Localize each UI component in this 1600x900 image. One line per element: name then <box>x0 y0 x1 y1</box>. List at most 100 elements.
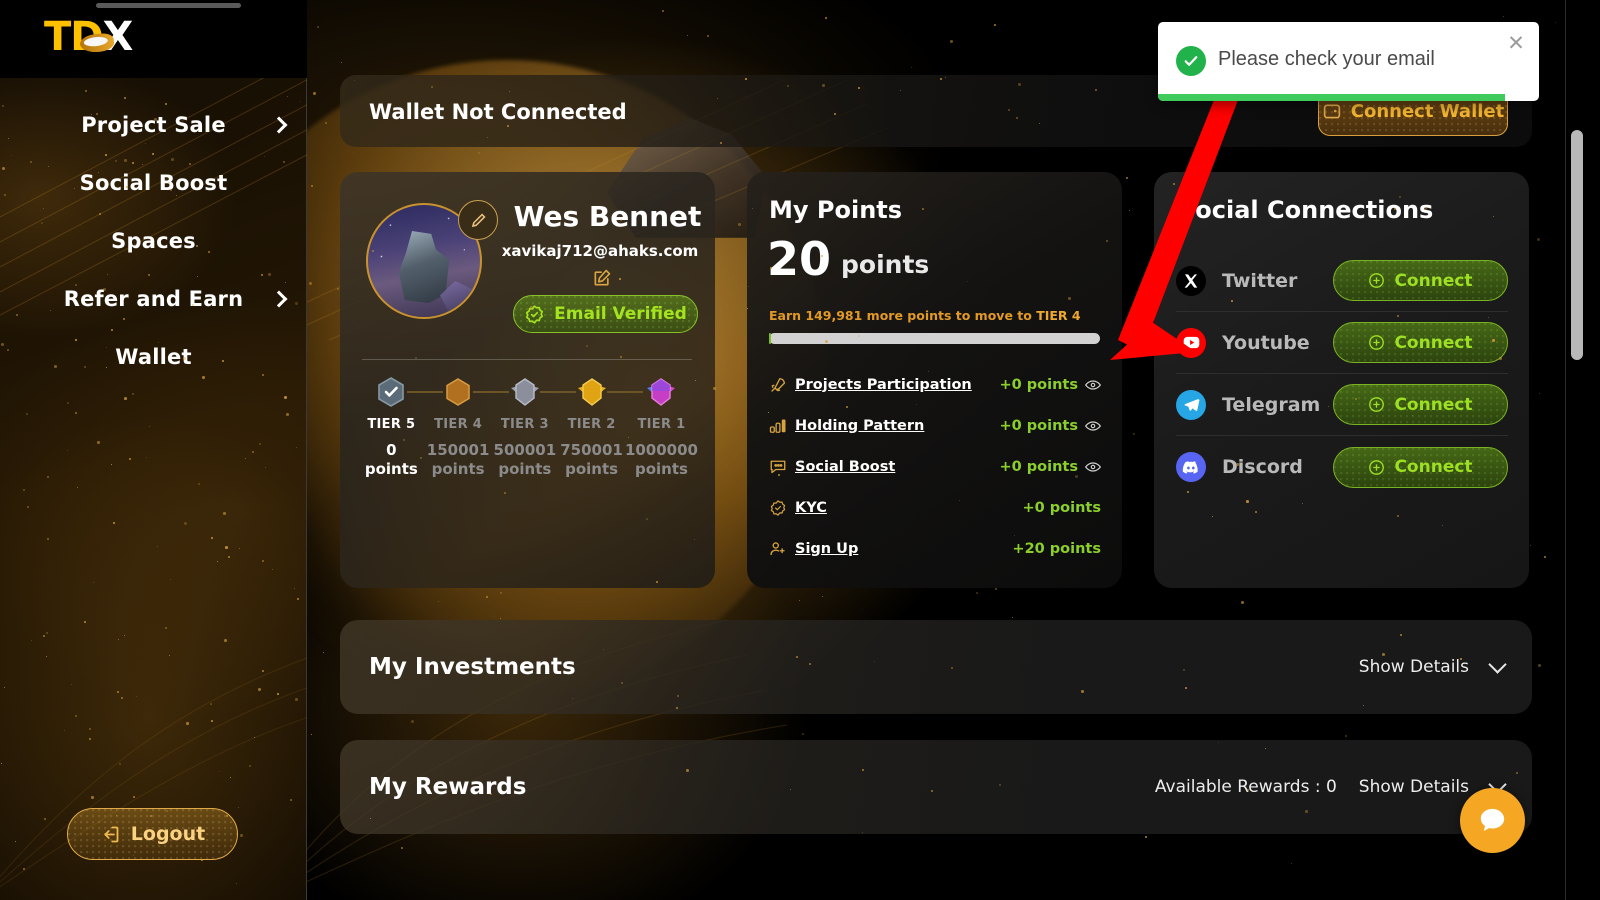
show-details-button[interactable]: Show Details <box>1359 777 1469 797</box>
email-verified-label: Email Verified <box>554 304 687 324</box>
social-row-discord: Discord Connect <box>1176 436 1508 498</box>
points-row-right: +0 points <box>1000 377 1101 393</box>
email-verified-badge: Email Verified <box>513 295 698 333</box>
avatar-edit-button[interactable] <box>458 200 498 240</box>
tier-points-value: 0 <box>386 441 397 459</box>
show-details-button[interactable]: Show Details <box>1359 657 1469 677</box>
email-edit-button[interactable] <box>592 268 612 288</box>
connect-button-label: Connect <box>1394 332 1473 353</box>
youtube-icon <box>1176 327 1206 358</box>
eye-icon[interactable] <box>1085 379 1101 391</box>
social-row-telegram: Telegram Connect <box>1176 374 1508 436</box>
sidebar-item-refer-and-earn[interactable]: Refer and Earn <box>0 270 307 328</box>
social-row-twitter: Twitter Connect <box>1176 250 1508 312</box>
chevron-down-icon[interactable] <box>1488 655 1507 674</box>
logout-button[interactable]: Logout <box>67 808 238 860</box>
eye-icon[interactable] <box>1085 461 1101 473</box>
social-name: Discord <box>1222 456 1303 478</box>
points-row-amount: +0 points <box>999 458 1078 475</box>
toast-progress-fill <box>1158 94 1505 101</box>
tier-points-value: 750001 <box>560 441 623 459</box>
chat-bubble-icon <box>769 458 795 476</box>
my-points-unit: points <box>841 250 930 279</box>
toast-message: Please check your email <box>1218 48 1435 70</box>
tier-item-3[interactable]: TIER 3 500001 points <box>491 376 577 479</box>
tier-item-1[interactable]: TIER 1 1000000 points <box>625 376 698 479</box>
accordion-controls: Show Details <box>1359 655 1507 677</box>
sidebar-item-spaces[interactable]: Spaces <box>0 212 307 270</box>
sidebar-item-wallet[interactable]: Wallet <box>0 328 307 386</box>
tier-name: TIER 3 <box>500 417 549 432</box>
tier-points: 1000000 points <box>625 441 698 479</box>
tier-points-unit: points <box>431 460 485 478</box>
discord-icon <box>1176 452 1206 482</box>
chat-widget-button[interactable] <box>1460 788 1525 853</box>
tier-upgrade-hint: Earn 149,981 more points to move to TIER… <box>769 308 1081 323</box>
plus-circle-icon <box>1369 273 1385 288</box>
points-row-label[interactable]: Sign Up <box>795 541 858 557</box>
tier-points-unit: points <box>565 460 619 478</box>
tier-points-value: 1000000 <box>624 441 698 459</box>
connect-telegram-button[interactable]: Connect <box>1333 384 1508 425</box>
tier-item-2[interactable]: TIER 2 750001 points <box>558 376 643 479</box>
tier-progress-fill <box>769 333 771 344</box>
tier-upgrade-hint-tier: TIER 4 <box>1036 308 1081 323</box>
points-row-amount: +0 points <box>1022 499 1101 516</box>
points-row-right: +0 points <box>1000 459 1101 475</box>
points-row-holding-pattern[interactable]: Holding Pattern +0 points <box>769 405 1101 446</box>
points-row-right: +20 points <box>1012 541 1101 557</box>
social-connections-list: Twitter Connect Youtube Connect Telegram… <box>1176 250 1508 498</box>
connect-youtube-button[interactable]: Connect <box>1333 322 1508 363</box>
tier-points: 750001 points <box>560 441 623 479</box>
social-connections-title: Social Connections <box>1178 196 1434 224</box>
close-icon[interactable]: ✕ <box>1505 33 1527 55</box>
sidebar-item-label: Refer and Earn <box>63 287 244 311</box>
my-rewards-accordion[interactable]: My Rewards Available Rewards : 0 Show De… <box>340 740 1532 834</box>
logout-icon <box>104 826 119 842</box>
sidebar-item-label: Project Sale <box>81 113 226 137</box>
my-investments-accordion[interactable]: My Investments Show Details <box>340 620 1532 714</box>
connect-twitter-button[interactable]: Connect <box>1333 260 1508 301</box>
tier-2-winged-icon <box>577 378 606 406</box>
twitter-x-icon <box>1176 265 1206 296</box>
tier-badge-icon <box>509 376 541 408</box>
tier-badge-icon <box>576 376 608 408</box>
sidebar-item-social-boost[interactable]: Social Boost <box>0 154 307 212</box>
eye-icon[interactable] <box>1085 420 1101 432</box>
profile-card: Wes Bennet xavikaj712@ahaks.com Email Ve… <box>340 172 715 588</box>
accordion-controls: Available Rewards : 0 Show Details <box>1154 775 1507 797</box>
tier-name: TIER 4 <box>434 417 483 432</box>
points-row-label[interactable]: KYC <box>795 500 827 516</box>
connect-discord-button[interactable]: Connect <box>1333 446 1508 488</box>
points-row-sign-up[interactable]: Sign Up +20 points <box>769 528 1101 569</box>
wallet-icon <box>1323 104 1340 119</box>
plus-circle-icon <box>1369 335 1385 350</box>
points-row-projects-participation[interactable]: Projects Participation +0 points <box>769 364 1101 405</box>
points-row-right: +0 points <box>1023 500 1101 516</box>
points-row-social-boost[interactable]: Social Boost +0 points <box>769 446 1101 487</box>
points-row-amount: +0 points <box>999 417 1078 434</box>
points-row-label[interactable]: Social Boost <box>795 459 895 475</box>
horizontal-scrollbar-stub[interactable] <box>96 3 241 8</box>
points-row-label[interactable]: Projects Participation <box>795 377 972 393</box>
points-row-label[interactable]: Holding Pattern <box>795 418 924 434</box>
vertical-scrollbar-thumb[interactable] <box>1571 130 1583 360</box>
tier-item-5[interactable]: TIER 5 0 points <box>358 376 443 479</box>
connect-button-label: Connect <box>1394 394 1473 415</box>
sidebar-item-project-sale[interactable]: Project Sale <box>0 96 307 154</box>
social-row-youtube: Youtube Connect <box>1176 312 1508 374</box>
logout-label: Logout <box>130 823 206 845</box>
tier-item-4[interactable]: TIER 4 150001 points <box>425 376 510 479</box>
tier-badge-icon <box>442 376 474 408</box>
chevron-right-icon <box>270 290 288 308</box>
connect-button-label: Connect <box>1394 270 1473 291</box>
verified-check-icon <box>769 499 795 517</box>
tier-progression: TIER 5 0 points TIER 4 150001 points TIE… <box>358 376 698 479</box>
tier-4-hex-icon <box>446 378 470 406</box>
points-row-kyc[interactable]: KYC +0 points <box>769 487 1101 528</box>
points-row-amount: +0 points <box>999 376 1078 393</box>
tier-points-unit: points <box>634 460 688 478</box>
available-rewards-count: Available Rewards : 0 <box>1154 777 1337 797</box>
tier-upgrade-hint-prefix: Earn 149,981 more points to move to <box>769 308 1037 323</box>
social-name: Telegram <box>1222 393 1321 416</box>
